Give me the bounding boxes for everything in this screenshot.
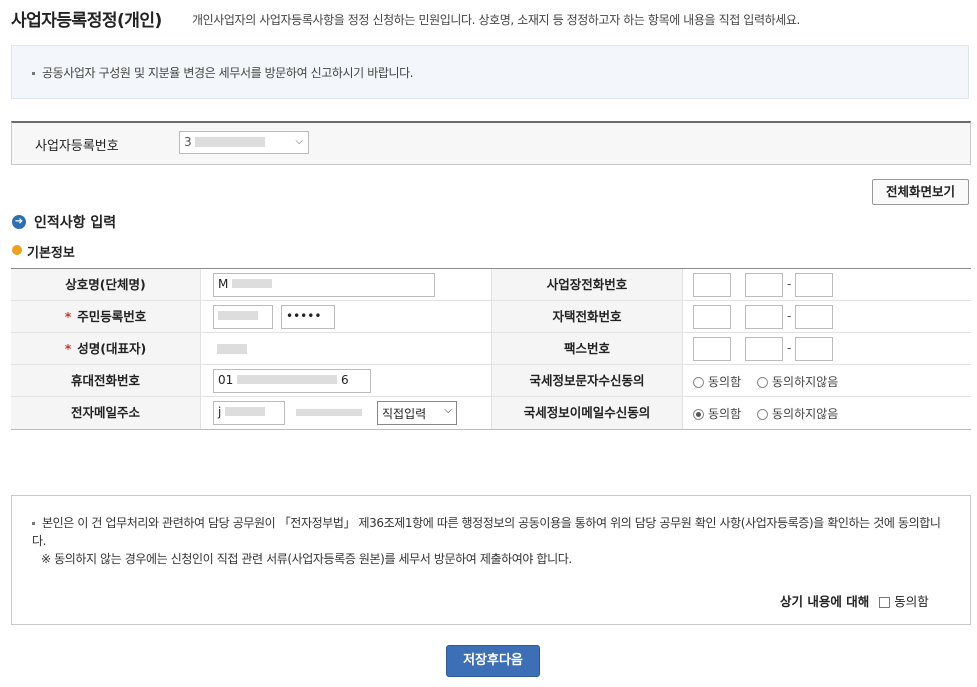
masked-value [232,279,273,288]
dash: - [787,277,792,291]
rrn-label: * 주민등록번호 [11,301,201,332]
masked-value [218,311,258,320]
consent-statement: 본인은 이 건 업무처리와 관련하여 담당 공무원이 「전자정부법」 제36조제… [32,516,941,548]
chevron-down-icon: ⌵ [295,136,303,147]
mobile-suffix: 6 [340,373,349,387]
rrn-masked-value: ••••• [286,309,322,323]
radio-icon [693,377,704,388]
table-row: 전자메일주소 j 직접입력 ⌵ 국세정보이메일수신동의 동의함 동의하지않음 [11,397,971,429]
masked-value [296,409,362,416]
mobile-prefix: 01 [218,373,234,387]
masked-value [195,137,266,147]
home-phone-2[interactable] [745,305,783,329]
email-agree-radio[interactable]: 동의함 [693,405,741,422]
business-number-label: 사업자등록번호 [35,139,119,154]
mobile-input[interactable]: 01 6 [213,369,371,393]
consent-question: 상기 내용에 대해 [780,594,870,609]
required-mark: * [64,309,72,324]
arrow-circle-icon: ➜ [12,215,26,229]
email-disagree-radio[interactable]: 동의하지않음 [757,405,838,422]
email-label: 전자메일주소 [11,397,201,429]
chevron-down-icon: ⌵ [444,405,452,416]
mobile-label: 휴대전화번호 [11,365,201,396]
rrn-front-input[interactable] [213,305,273,329]
business-number-panel [11,121,971,165]
email-consent-label: 국세정보이메일수신동의 [491,397,683,429]
home-phone-label: 자택전화번호 [491,301,683,332]
subsection-title: 기본정보 [27,246,75,261]
name-label: * 성명(대표자) [11,333,201,364]
business-number-value: 3 [184,135,192,149]
personal-info-table: 상호명(단체명) M 사업장전화번호 - * 주민등록번호 ••••• 자택전화번… [11,268,971,430]
table-row: 상호명(단체명) M 사업장전화번호 - [11,269,971,301]
masked-value [225,407,266,416]
fax-label: 팩스번호 [491,333,683,364]
email-local-value: j [218,405,222,419]
section-title: 인적사항 입력 [34,215,117,231]
page-description: 개인사업자의 사업자등록사항을 정정 신청하는 민원입니다. 상호명, 소재지 … [192,13,800,27]
sms-disagree-radio[interactable]: 동의하지않음 [757,373,838,390]
email-local-input[interactable]: j [213,401,285,425]
sms-consent-label: 국세정보문자수신동의 [491,365,683,396]
bullet-icon [32,522,35,525]
rrn-back-input[interactable]: ••••• [281,305,335,329]
business-phone-2[interactable] [745,273,783,297]
consent-agree-row: 상기 내용에 대해 동의함 [780,591,929,610]
representative-name-value [217,343,247,357]
business-phone-label: 사업장전화번호 [491,269,683,300]
notice: 공동사업자 구성원 및 지분율 변경은 세무서를 방문하여 신고하시기 바랍니다… [32,64,414,81]
bullet-icon [32,72,35,75]
radio-selected-icon [693,409,704,420]
home-phone-1[interactable] [693,305,731,329]
trade-name-value: M [218,277,229,291]
dash: - [787,309,792,323]
dash: - [787,341,792,355]
radio-icon [757,409,768,420]
page-title: 사업자등록정정(개인) [11,11,162,31]
trade-name-input[interactable]: M [213,273,435,297]
consent-note: ※ 동의하지 않는 경우에는 신청인이 직접 관련 서류(사업자등록증 원본)를… [41,552,572,566]
business-phone-1[interactable] [693,273,731,297]
required-mark: * [64,341,72,356]
fax-1[interactable] [693,337,731,361]
notice-text: 공동사업자 구성원 및 지분율 변경은 세무서를 방문하여 신고하시기 바랍니다… [42,66,414,80]
home-phone-3[interactable] [795,305,833,329]
dot-icon [12,245,22,255]
table-row: 휴대전화번호 01 6 국세정보문자수신동의 동의함 동의하지않음 [11,365,971,397]
fax-3[interactable] [795,337,833,361]
fax-2[interactable] [745,337,783,361]
table-row: * 주민등록번호 ••••• 자택전화번호 - [11,301,971,333]
email-domain-select[interactable]: 직접입력 ⌵ [377,401,457,425]
business-phone-3[interactable] [795,273,833,297]
masked-value [217,344,247,354]
masked-value [237,375,338,384]
email-domain-input[interactable] [291,401,375,425]
radio-icon [757,377,768,388]
save-next-button[interactable]: 저장후다음 [446,645,540,677]
trade-name-label: 상호명(단체명) [11,269,201,300]
consent-checkbox[interactable] [879,597,891,608]
consent-agree-label[interactable]: 동의함 [894,594,929,609]
business-number-select[interactable]: 3 ⌵ [179,131,309,154]
table-row: * 성명(대표자) 팩스번호 - [11,333,971,365]
full-view-button[interactable]: 전체화면보기 [872,179,969,205]
sms-agree-radio[interactable]: 동의함 [693,373,741,390]
